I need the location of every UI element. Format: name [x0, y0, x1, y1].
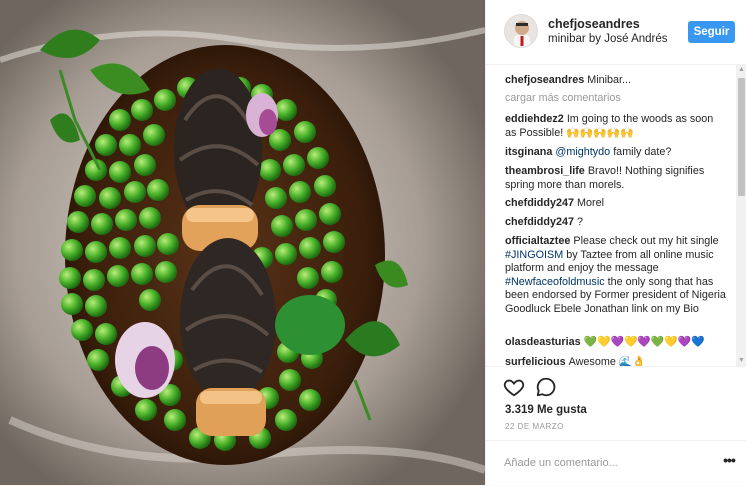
list-item: chefdiddy247 Morel — [505, 197, 727, 211]
list-item: olasdeasturias 💚💛💜💛💜💚💛💜💙 — [505, 336, 727, 350]
caption-username[interactable]: chefjoseandres — [505, 74, 584, 86]
instagram-post-window: chefjoseandres minibar by José Andrés Se… — [0, 0, 746, 485]
comments-scrollbar[interactable]: ▲ ▼ — [736, 64, 746, 366]
post-date: 22 de marzo — [505, 422, 564, 431]
list-item: theambrosi_life Bravo!! Nothing signifies… — [505, 165, 727, 192]
avatar[interactable] — [504, 14, 538, 48]
caption: chefjoseandres Minibar... — [505, 74, 727, 88]
add-comment-input[interactable] — [504, 454, 704, 472]
follow-button[interactable]: Seguir — [688, 21, 735, 43]
scroll-down-arrow-icon[interactable]: ▼ — [736, 355, 746, 366]
add-comment-section: ••• — [486, 440, 746, 486]
comment-username[interactable]: chefdiddy247 — [505, 216, 574, 228]
comment-text: Awesome 🌊👌 — [568, 356, 646, 366]
list-item: eddiehdez2 Im going to the woods as soon … — [505, 113, 727, 140]
chef-avatar-image — [505, 15, 537, 47]
comment-text: 💚💛💜💛💜💚💛💜💙 — [583, 336, 705, 348]
comment-username[interactable]: surfelicious — [505, 356, 566, 366]
load-more-comments-link[interactable]: cargar más comentarios — [505, 92, 621, 104]
comment-hashtag-link[interactable]: #Newfaceofoldmusic — [505, 276, 605, 288]
comment-text: ? — [577, 216, 584, 228]
comment-username[interactable]: itsginana — [505, 146, 552, 158]
comment-username[interactable]: officialtaztee — [505, 235, 570, 247]
comment-hashtag-link[interactable]: #JINGOISM — [505, 249, 563, 261]
author-username[interactable]: chefjoseandres — [548, 17, 640, 31]
comment-username[interactable]: chefdiddy247 — [505, 197, 574, 209]
list-item: itsginana @mightydo family date? — [505, 146, 727, 160]
list-item: surfelicious Awesome 🌊👌 — [505, 356, 727, 366]
comment-username[interactable]: theambrosi_life — [505, 165, 585, 177]
food-image — [0, 0, 485, 485]
comment-text: Morel — [577, 197, 605, 209]
post-actions-bar — [486, 366, 746, 405]
list-item: chefdiddy247? — [505, 216, 727, 230]
list-item: officialtaztee Please check out my hit si… — [505, 235, 727, 316]
post-location[interactable]: minibar by José Andrés — [548, 33, 668, 45]
caption-text: Minibar... — [587, 74, 632, 86]
comments-list[interactable]: chefjoseandres Minibar... cargar más come… — [486, 64, 736, 366]
scroll-up-arrow-icon[interactable]: ▲ — [736, 64, 746, 75]
comment-text: Please check out my hit single — [573, 235, 719, 247]
comment-text: family date? — [613, 146, 672, 158]
post-header: chefjoseandres minibar by José Andrés Se… — [486, 0, 746, 65]
morel-top — [174, 68, 262, 251]
heart-icon[interactable] — [503, 376, 525, 398]
comment-username[interactable]: eddiehdez2 — [505, 113, 564, 125]
scrollbar-thumb[interactable] — [738, 78, 745, 196]
post-details-panel: chefjoseandres minibar by José Andrés Se… — [485, 0, 746, 485]
comment-username[interactable]: olasdeasturias — [505, 336, 581, 348]
comment-mention-link[interactable]: @mightydo — [555, 146, 610, 158]
comment-icon[interactable] — [535, 376, 557, 398]
like-count[interactable]: 3.319 Me gusta — [505, 404, 587, 416]
post-photo[interactable] — [0, 0, 485, 485]
more-options-icon[interactable]: ••• — [721, 453, 737, 471]
